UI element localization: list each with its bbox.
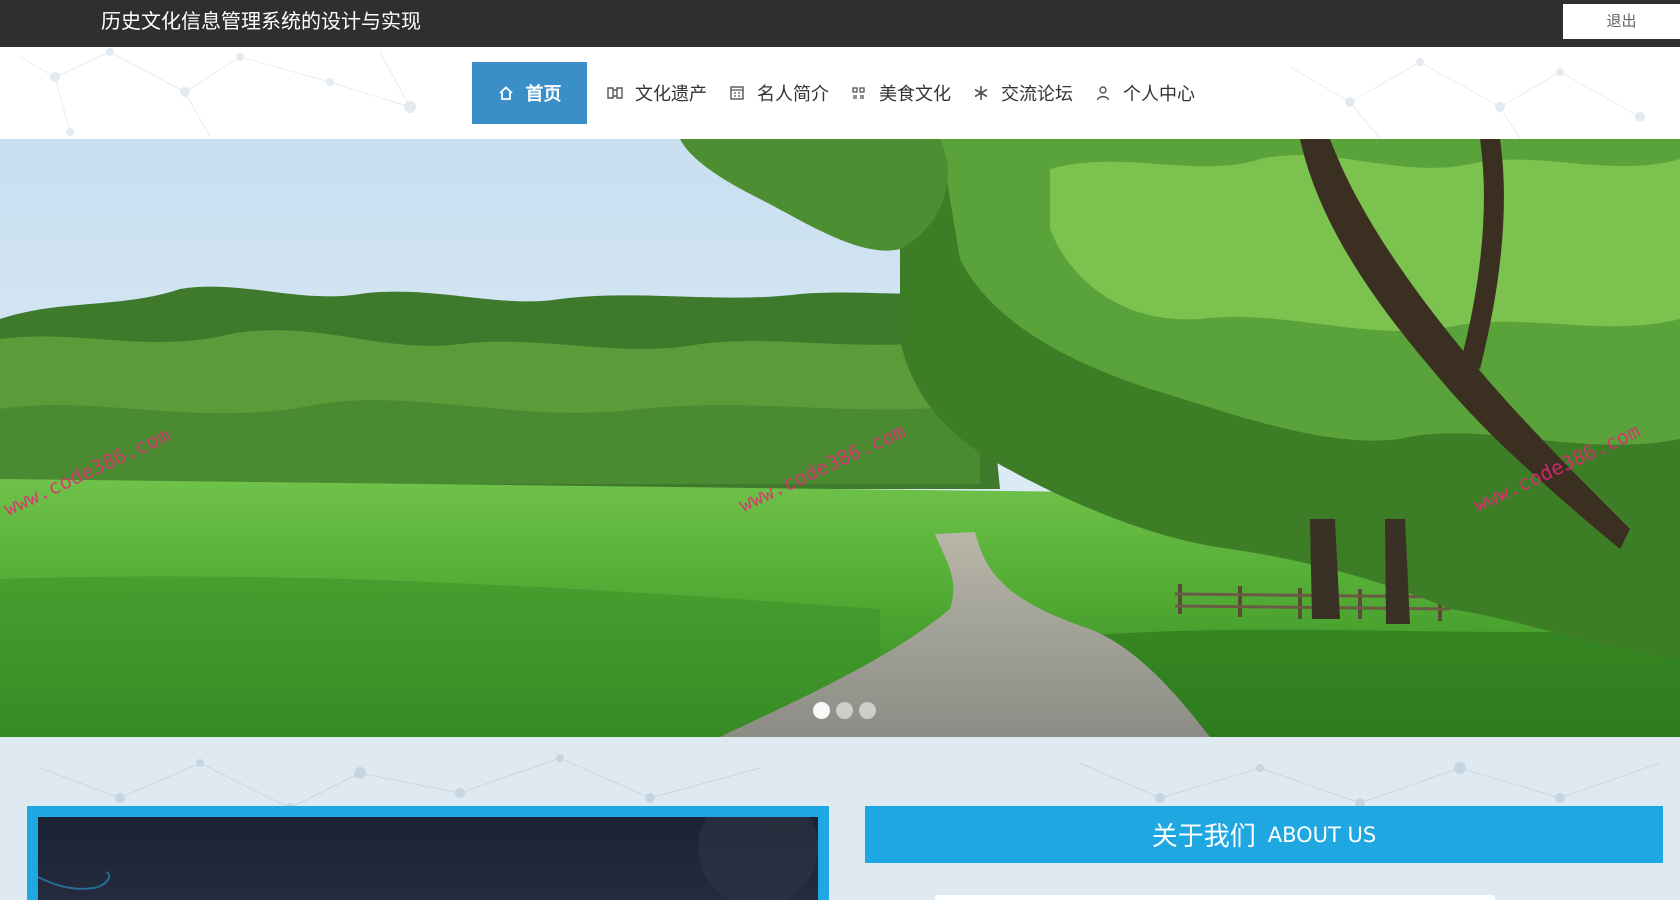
site-title: 历史文化信息管理系统的设计与实现 xyxy=(101,9,421,33)
user-icon xyxy=(1095,85,1111,101)
landscape-image xyxy=(0,139,1680,737)
nav-item-label: 个人中心 xyxy=(1123,84,1195,105)
logout-button[interactable]: 退出 xyxy=(1563,4,1680,39)
calendar-icon xyxy=(729,85,745,101)
nav-items: 首页 文化遗产 名人简介 美食文化 交流论坛 个人中心 xyxy=(472,62,1205,124)
nav-item-forum[interactable]: 交流论坛 xyxy=(961,62,1083,124)
nav-item-profile[interactable]: 个人中心 xyxy=(1083,62,1205,124)
book-icon xyxy=(607,85,623,101)
nav-item-label: 文化遗产 xyxy=(635,84,707,105)
nav-item-label: 首页 xyxy=(525,84,562,105)
banner-carousel[interactable]: www.code386.com www.code386.com www.code… xyxy=(0,139,1680,737)
about-content-card xyxy=(935,895,1495,900)
video-panel[interactable] xyxy=(38,817,818,900)
carousel-dot[interactable] xyxy=(859,702,876,719)
video-preview-image xyxy=(38,817,818,900)
carousel-dot[interactable] xyxy=(813,702,830,719)
nav-item-label: 名人简介 xyxy=(757,84,829,105)
nav-item-home[interactable]: 首页 xyxy=(472,62,587,124)
nav-item-food[interactable]: 美食文化 xyxy=(839,62,961,124)
main-nav: 首页 文化遗产 名人简介 美食文化 交流论坛 个人中心 xyxy=(0,47,1680,139)
about-us-header: 关于我们 ABOUT US xyxy=(865,806,1663,863)
nav-item-heritage[interactable]: 文化遗产 xyxy=(595,62,717,124)
nav-item-celebrities[interactable]: 名人简介 xyxy=(717,62,839,124)
nav-item-label: 美食文化 xyxy=(879,84,951,105)
nav-item-label: 交流论坛 xyxy=(1001,84,1073,105)
about-title-cn: 关于我们 xyxy=(1151,822,1256,852)
about-title-en: ABOUT US xyxy=(1267,822,1377,847)
top-bar: 历史文化信息管理系统的设计与实现 退出 xyxy=(0,0,1680,47)
home-icon xyxy=(498,85,514,101)
grid-icon xyxy=(851,85,867,101)
snowflake-icon xyxy=(973,85,989,101)
carousel-indicators xyxy=(813,702,876,719)
carousel-dot[interactable] xyxy=(836,702,853,719)
